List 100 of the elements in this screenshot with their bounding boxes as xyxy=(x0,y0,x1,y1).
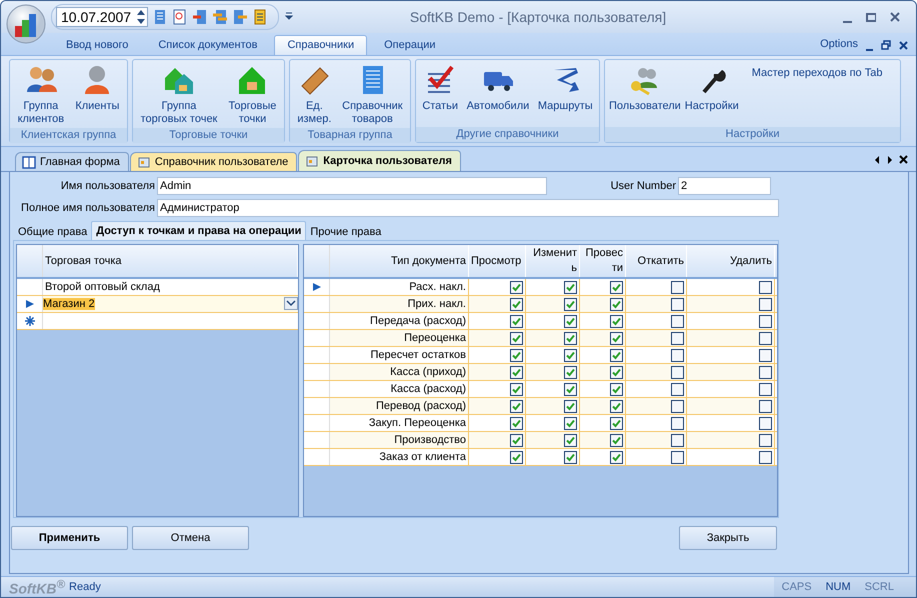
user-name-field[interactable]: Admin xyxy=(157,177,547,195)
full-name-field[interactable]: Администратор xyxy=(157,199,779,217)
ribbon-button[interactable]: Маршруты xyxy=(536,62,594,127)
checkbox[interactable] xyxy=(610,366,623,378)
checkbox[interactable] xyxy=(759,450,772,464)
checkbox[interactable] xyxy=(759,400,772,412)
ribbon-button[interactable]: Настройки xyxy=(684,62,740,127)
action-button[interactable]: Отмена xyxy=(132,526,249,550)
ribbon-button[interactable]: Пользователи xyxy=(608,62,682,127)
checkbox[interactable] xyxy=(671,416,684,430)
ribbon-tab[interactable]: Справочники xyxy=(274,34,368,55)
checkbox[interactable] xyxy=(759,382,772,396)
checkbox[interactable] xyxy=(671,400,684,412)
checkbox[interactable] xyxy=(564,332,577,344)
checkbox[interactable] xyxy=(564,434,577,446)
document-tab[interactable]: Карточка пользователя xyxy=(298,150,461,171)
checkbox[interactable] xyxy=(610,348,623,362)
user-number-field[interactable]: 2 xyxy=(678,177,771,195)
checkbox[interactable] xyxy=(564,280,577,294)
checkbox[interactable] xyxy=(510,416,523,430)
checkbox[interactable] xyxy=(510,366,523,378)
document-tab[interactable]: Справочник пользователе xyxy=(130,152,298,171)
checkbox[interactable] xyxy=(610,280,623,294)
checkbox[interactable] xyxy=(564,450,577,464)
checkbox[interactable] xyxy=(759,332,772,344)
ribbon-button[interactable]: Статьи xyxy=(421,62,459,127)
checkbox[interactable] xyxy=(759,348,772,362)
checkbox[interactable] xyxy=(759,314,772,328)
maximize-icon[interactable] xyxy=(866,12,876,22)
checkbox[interactable] xyxy=(510,450,523,464)
ribbon-button[interactable]: Автомобили xyxy=(466,62,530,127)
checkbox[interactable] xyxy=(671,332,684,344)
sync-icon[interactable] xyxy=(212,8,228,25)
checkbox[interactable] xyxy=(671,450,684,464)
checkbox[interactable] xyxy=(759,416,772,430)
export-icon[interactable] xyxy=(232,8,248,25)
ribbon-button[interactable]: Группа клиентов xyxy=(16,62,66,128)
checkbox[interactable] xyxy=(610,332,623,344)
checkbox[interactable] xyxy=(671,280,684,294)
checkbox[interactable] xyxy=(671,348,684,362)
dropdown-field[interactable]: Магазин 2 xyxy=(43,296,298,311)
checkbox[interactable] xyxy=(610,400,623,412)
sub-tab[interactable]: Прочие права xyxy=(306,223,386,240)
left-arrow-icon[interactable] xyxy=(873,155,881,166)
checkbox[interactable] xyxy=(564,298,577,310)
options-menu[interactable]: Options xyxy=(820,38,858,50)
checkbox[interactable] xyxy=(564,314,577,328)
action-button[interactable]: Применить xyxy=(11,526,128,550)
checkbox[interactable] xyxy=(610,298,623,310)
checkbox[interactable] xyxy=(610,314,623,328)
checkbox[interactable] xyxy=(510,400,523,412)
checkbox[interactable] xyxy=(510,348,523,362)
date-field[interactable]: 10.07.2007 xyxy=(56,6,148,27)
checkbox[interactable] xyxy=(759,298,772,310)
sub-tab[interactable]: Общие права xyxy=(14,223,92,240)
table-cell: Передача (расход) xyxy=(330,313,469,329)
ribbon-tab[interactable]: Операции xyxy=(371,34,449,55)
checkbox[interactable] xyxy=(564,348,577,362)
checkbox[interactable] xyxy=(510,382,523,396)
checkbox[interactable] xyxy=(510,332,523,344)
checkbox[interactable] xyxy=(759,434,772,446)
action-button[interactable]: Закрыть xyxy=(679,526,777,550)
ribbon-button[interactable]: Справочник товаров xyxy=(341,62,404,128)
checkbox[interactable] xyxy=(610,416,623,430)
ribbon-tab[interactable]: Ввод нового xyxy=(53,34,142,55)
ribbon-tab[interactable]: Список документов xyxy=(145,34,270,55)
checkbox[interactable] xyxy=(671,434,684,446)
checkbox[interactable] xyxy=(671,314,684,328)
sub-tab[interactable]: Доступ к точкам и права на операции xyxy=(91,221,306,240)
checkbox[interactable] xyxy=(610,382,623,396)
checkbox[interactable] xyxy=(610,450,623,464)
ribbon-link[interactable]: Мастер переходов по Tab xyxy=(746,66,888,80)
checkbox[interactable] xyxy=(671,366,684,378)
minimize-icon[interactable] xyxy=(843,20,852,22)
checkbox[interactable] xyxy=(564,416,577,430)
document-tab[interactable]: Главная форма xyxy=(15,152,129,171)
checkbox[interactable] xyxy=(564,382,577,396)
checkbox[interactable] xyxy=(759,366,772,378)
table-icon[interactable] xyxy=(252,8,268,25)
ribbon-button[interactable]: Группа торговых точек xyxy=(140,62,218,128)
ribbon-button[interactable]: Торговые точки xyxy=(228,62,278,128)
import-icon[interactable] xyxy=(192,8,208,25)
checkbox[interactable] xyxy=(564,400,577,412)
close-icon xyxy=(899,40,908,50)
checkbox[interactable] xyxy=(671,382,684,396)
ribbon-button[interactable]: Клиенты xyxy=(74,62,120,128)
checkbox[interactable] xyxy=(510,280,523,294)
checkbox[interactable] xyxy=(510,298,523,310)
column-header: Торговая точка xyxy=(43,245,298,277)
checkbox[interactable] xyxy=(510,434,523,446)
form-icon[interactable] xyxy=(172,8,188,25)
close-icon[interactable] xyxy=(899,155,908,164)
ribbon-button[interactable]: Ед. измер. xyxy=(296,62,332,128)
checkbox[interactable] xyxy=(671,298,684,310)
checkbox[interactable] xyxy=(610,434,623,446)
right-arrow-icon[interactable] xyxy=(886,155,894,166)
checkbox[interactable] xyxy=(564,366,577,378)
checkbox[interactable] xyxy=(759,280,772,294)
checkbox[interactable] xyxy=(510,314,523,328)
row-header[interactable] xyxy=(17,296,43,312)
